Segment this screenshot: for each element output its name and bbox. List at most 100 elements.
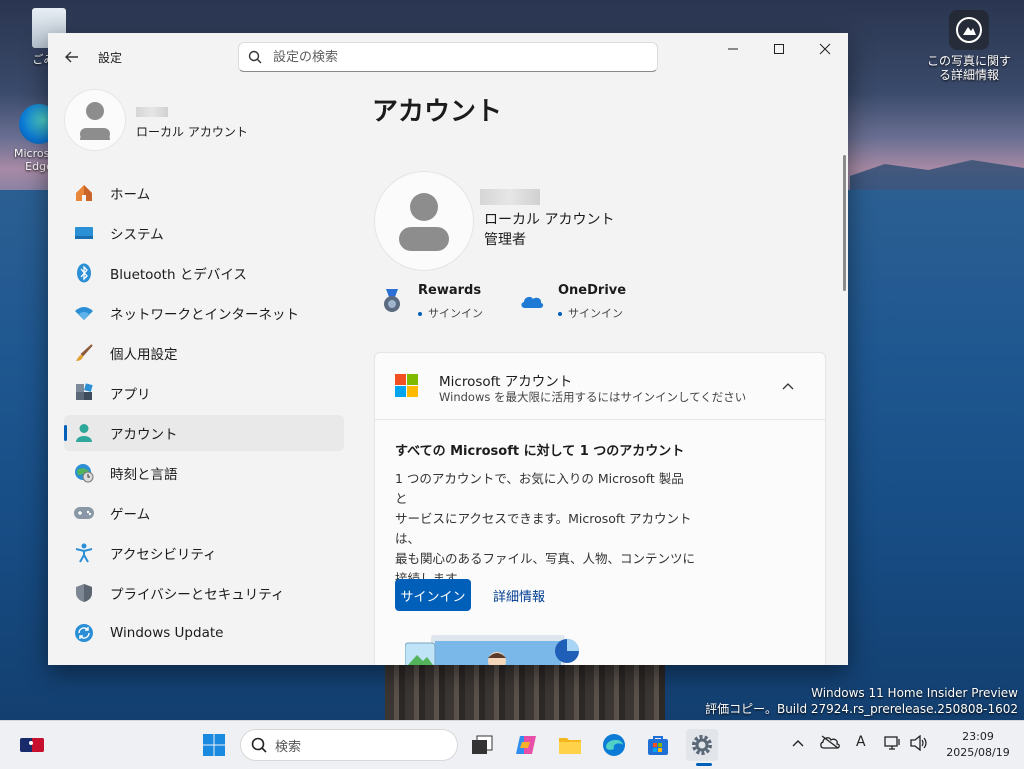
nav-label: ネットワークとインターネット	[110, 307, 299, 323]
system-clock[interactable]: 23:09 2025/08/19	[938, 729, 1018, 761]
camera-icon	[949, 10, 989, 50]
apps-icon	[72, 381, 96, 405]
nav-item-time-language[interactable]: 時刻と言語	[64, 455, 344, 491]
settings-search-input[interactable]	[271, 48, 645, 66]
globe-clock-icon	[72, 461, 96, 485]
rewards-name: Rewards	[418, 283, 482, 298]
onedrive-status-text: サインイン	[568, 307, 623, 320]
nav-item-windows-update[interactable]: Windows Update	[64, 615, 344, 651]
windows-logo-icon	[203, 734, 225, 756]
wallpaper-pier	[385, 664, 665, 720]
photo-info-widget[interactable]: この写真に関する詳細情報	[922, 10, 1016, 82]
taskbar-search[interactable]: 検索	[240, 729, 458, 761]
card-body-line: 1 つのアカウントで、お気に入りの Microsoft 製品と	[395, 471, 684, 506]
nav-item-home[interactable]: ホーム	[64, 175, 344, 211]
brush-icon	[72, 341, 96, 365]
chevron-up-icon	[792, 740, 804, 747]
volume-tray-button[interactable]	[910, 734, 928, 755]
settings-search-box[interactable]	[238, 42, 658, 72]
nav-item-bluetooth[interactable]: Bluetooth とデバイス	[64, 255, 344, 291]
taskbar-search-placeholder: 検索	[275, 739, 302, 755]
update-icon	[72, 621, 96, 645]
settings-window: 設定 ローカル アカウント ホーム システム	[48, 33, 848, 665]
scrollbar-thumb[interactable]	[843, 155, 846, 291]
watermark-line2: 評価コピー。Build 27924.rs_prerelease.250808-1…	[705, 702, 1018, 716]
person-icon	[399, 193, 449, 251]
signin-button[interactable]: サインイン	[395, 579, 471, 611]
home-icon	[72, 181, 96, 205]
app-title: 設定	[98, 51, 123, 65]
microsoft-logo-icon	[395, 374, 418, 397]
nav-label: アプリ	[110, 387, 151, 403]
nav-item-privacy[interactable]: プライバシーとセキュリティ	[64, 575, 344, 611]
account-illustration	[405, 635, 579, 665]
account-role: 管理者	[484, 232, 526, 248]
title-bar[interactable]: 設定	[48, 33, 848, 81]
more-info-link[interactable]: 詳細情報	[493, 586, 545, 605]
maximize-button[interactable]	[756, 33, 802, 65]
nav-label: ゲーム	[110, 507, 151, 523]
back-button[interactable]	[58, 45, 86, 69]
active-app-indicator	[696, 763, 712, 766]
collapse-button[interactable]	[773, 371, 803, 401]
widgets-button[interactable]	[16, 729, 48, 761]
onedrive-signin-status: サインイン	[558, 305, 623, 321]
system-icon	[72, 221, 96, 245]
store-button[interactable]	[642, 729, 674, 761]
ms-logo-yellow	[407, 386, 418, 397]
ms-logo-green	[407, 374, 418, 385]
onedrive-name: OneDrive	[558, 283, 627, 298]
ime-mode-button[interactable]: A	[856, 734, 866, 750]
close-button[interactable]	[802, 33, 848, 65]
search-icon	[239, 50, 271, 64]
speaker-icon	[910, 734, 927, 752]
minimize-icon	[728, 48, 738, 50]
profile-account-type: ローカル アカウント	[136, 125, 248, 139]
store-icon	[648, 736, 668, 755]
nav-item-network[interactable]: ネットワークとインターネット	[64, 295, 344, 331]
network-tray-button[interactable]	[884, 735, 902, 755]
microsoft-account-card: Microsoft アカウント Windows を最大限に活用するにはサインイン…	[374, 352, 826, 665]
close-icon	[819, 43, 831, 55]
minimize-button[interactable]	[710, 33, 756, 65]
onedrive-tray-button[interactable]	[820, 735, 840, 753]
nav-item-gaming[interactable]: ゲーム	[64, 495, 344, 531]
redacted-username	[136, 107, 168, 117]
show-hidden-icons-button[interactable]	[792, 735, 804, 751]
card-title: Microsoft アカウント	[439, 374, 573, 390]
nav-item-accounts[interactable]: アカウント	[64, 415, 344, 451]
gear-icon	[692, 735, 712, 755]
network-icon	[884, 736, 900, 750]
arrow-left-icon	[65, 51, 78, 63]
accessibility-icon	[72, 541, 96, 565]
copilot-button[interactable]	[510, 729, 542, 761]
task-view-button[interactable]	[466, 729, 498, 761]
nav-item-system[interactable]: システム	[64, 215, 344, 251]
card-body-title: すべての Microsoft に対して 1 つのアカウント	[395, 444, 685, 459]
ms-logo-blue	[395, 386, 406, 397]
nav-item-personalization[interactable]: 個人用設定	[64, 335, 344, 371]
gamepad-icon	[72, 501, 96, 525]
redacted-username	[480, 189, 540, 205]
search-icon	[251, 737, 267, 753]
folder-icon	[559, 738, 581, 754]
settings-taskbar-button[interactable]	[686, 729, 718, 761]
card-body-text: 1 つのアカウントで、お気に入りの Microsoft 製品と サービスにアクセ…	[395, 469, 695, 589]
card-subtitle: Windows を最大限に活用するにはサインインしてください	[439, 390, 747, 404]
nav-label: Bluetooth とデバイス	[110, 267, 247, 283]
build-watermark: Windows 11 Home Insider Preview 評価コピー。Bu…	[705, 685, 1018, 717]
nav-label: ホーム	[110, 187, 151, 203]
edge-button[interactable]	[598, 729, 630, 761]
onedrive-icon	[518, 287, 546, 315]
shield-icon	[72, 581, 96, 605]
nav-item-apps[interactable]: アプリ	[64, 375, 344, 411]
profile-summary[interactable]: ローカル アカウント	[64, 89, 344, 153]
start-button[interactable]	[198, 729, 230, 761]
ms-logo-red	[395, 374, 406, 385]
nav-label: アクセシビリティ	[110, 547, 217, 563]
microsoft-account-card-header[interactable]: Microsoft アカウント Windows を最大限に活用するにはサインイン…	[375, 353, 825, 420]
nav-label: 時刻と言語	[110, 467, 178, 483]
nav-item-accessibility[interactable]: アクセシビリティ	[64, 535, 344, 571]
card-body-line: 最も関心のあるファイル、写真、人物、コンテンツに	[395, 551, 696, 566]
file-explorer-button[interactable]	[554, 729, 586, 761]
